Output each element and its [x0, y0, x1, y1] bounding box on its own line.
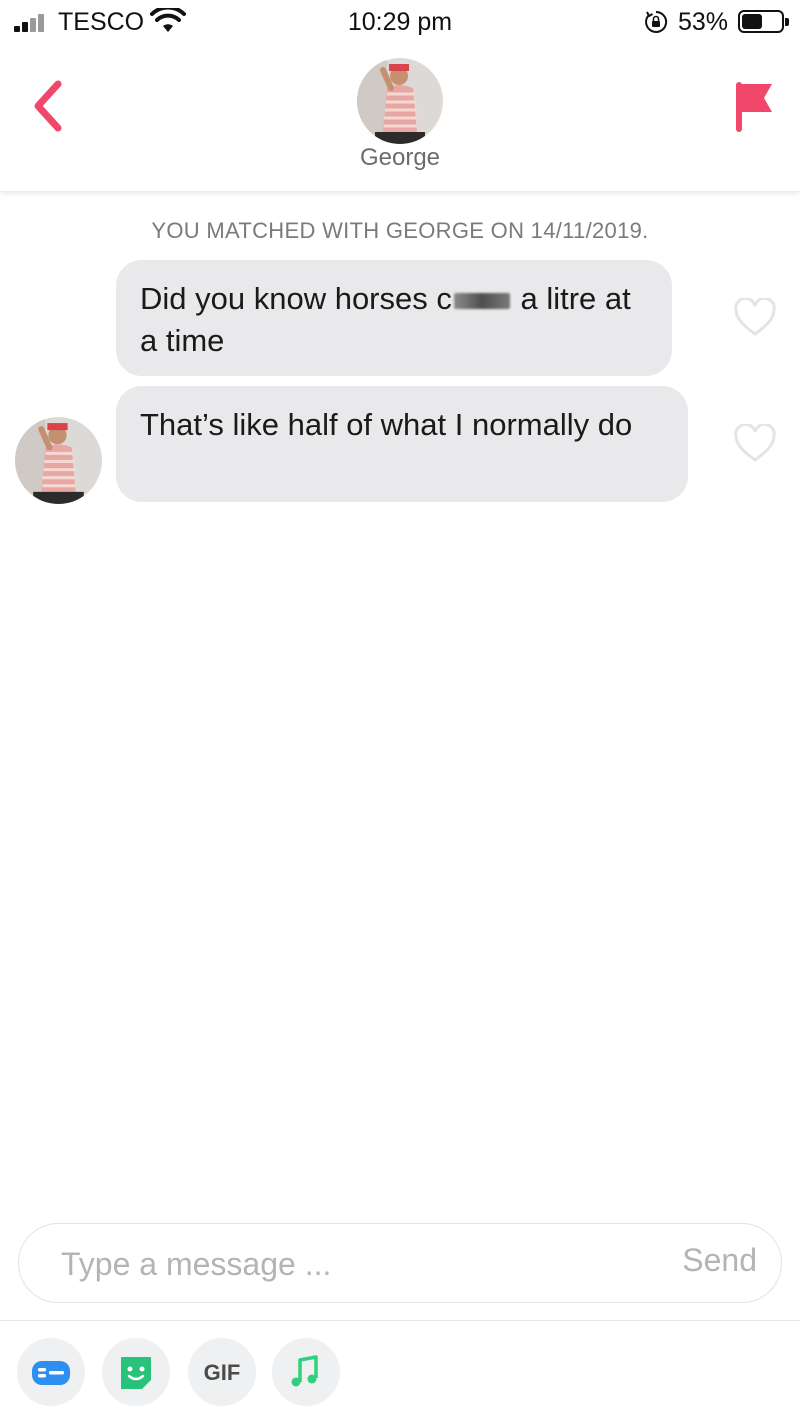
rotation-lock-icon — [645, 10, 668, 33]
avatar-photo — [357, 58, 443, 144]
message-input[interactable] — [61, 1242, 621, 1286]
report-flag-button[interactable] — [732, 78, 776, 134]
battery-percentage: 53% — [678, 8, 729, 36]
message-composer: Send — [18, 1223, 782, 1303]
message-bubble[interactable]: Did you know horses c a litre at a time — [116, 260, 672, 376]
chat-header: George — [0, 44, 800, 192]
contact-card-button[interactable] — [17, 1338, 85, 1406]
sender-avatar[interactable] — [15, 417, 102, 504]
avatar-photo — [15, 417, 102, 504]
gif-icon: GIF — [203, 1360, 241, 1385]
music-note-icon — [291, 1355, 318, 1387]
match-avatar[interactable] — [357, 58, 443, 144]
message-text: That’s like half of what I normally do — [140, 407, 633, 442]
send-button[interactable]: Send — [682, 1242, 757, 1279]
back-button[interactable] — [26, 76, 70, 136]
smiley-sticker-icon — [121, 1357, 151, 1389]
match-notice: YOU MATCHED WITH GEORGE ON 14/11/2019. — [151, 218, 649, 243]
toolbar-divider — [0, 1320, 800, 1321]
like-heart-icon[interactable] — [733, 298, 777, 338]
message-text-part: Did you know horses c — [140, 281, 452, 316]
message-bubble[interactable]: That’s like half of what I normally do — [116, 386, 688, 502]
status-bar: TESCO 10:29 pm 53% — [0, 0, 800, 44]
music-button[interactable] — [272, 1338, 340, 1406]
match-name: George — [359, 144, 441, 171]
contact-card-icon — [32, 1361, 70, 1385]
censored-word — [453, 292, 510, 309]
sticker-button[interactable] — [102, 1338, 170, 1406]
battery-icon — [738, 10, 789, 33]
gif-button[interactable]: GIF — [188, 1338, 256, 1406]
like-heart-icon[interactable] — [733, 424, 777, 464]
